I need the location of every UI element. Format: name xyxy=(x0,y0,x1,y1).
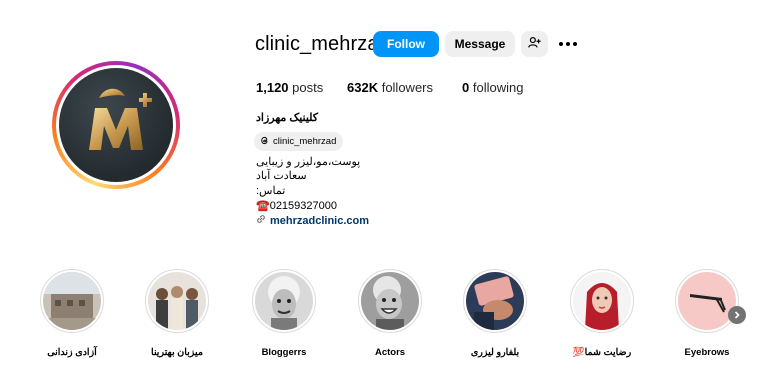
profile-username: clinic_mehrzad xyxy=(255,33,390,55)
bio-link-text: mehrzadclinic.com xyxy=(270,214,370,227)
tweezers-thumbnail xyxy=(678,272,736,330)
highlight-item[interactable]: رضایت شما💯 xyxy=(570,269,634,358)
threads-icon xyxy=(259,135,270,149)
message-button[interactable]: Message xyxy=(445,31,515,57)
highlight-label: بلفارو لیزری xyxy=(470,347,520,358)
building-photo-thumbnail xyxy=(43,272,101,330)
link-icon xyxy=(256,214,266,227)
posts-label: posts xyxy=(292,80,324,95)
profile-avatar[interactable] xyxy=(52,61,180,189)
followers-count: 632K xyxy=(347,80,379,95)
highlight-label: میزبان بهترینا xyxy=(151,347,203,358)
highlight-item[interactable]: Actors xyxy=(358,269,422,358)
highlight-label: Bloggerrs xyxy=(261,347,307,358)
highlight-item[interactable]: Bloggerrs xyxy=(252,269,316,358)
chevron-right-icon xyxy=(733,306,741,324)
highlights-next-button[interactable] xyxy=(728,306,746,324)
hand-photo-thumbnail xyxy=(466,272,524,330)
person-add-icon xyxy=(528,36,541,52)
bio-phone-line: ☎️02159327000 xyxy=(256,200,337,212)
bio-line: سعادت آباد xyxy=(256,170,307,182)
suggested-accounts-button[interactable] xyxy=(521,31,548,57)
bio-line: تماس: xyxy=(256,185,286,197)
posts-count: 1,120 xyxy=(256,80,289,95)
threads-badge[interactable]: clinic_mehrzad xyxy=(254,132,344,151)
posts-stat: 1,120 posts xyxy=(256,80,323,95)
following-label: following xyxy=(472,80,524,95)
highlight-label: Eyebrows xyxy=(684,347,730,358)
highlight-item[interactable]: میزبان بهترینا xyxy=(145,269,209,358)
follow-button[interactable]: Follow xyxy=(373,31,439,57)
threads-handle: clinic_mehrzad xyxy=(273,136,337,147)
highlight-item[interactable]: بلفارو لیزری xyxy=(463,269,527,358)
followers-label: followers xyxy=(381,80,433,95)
bw-portrait-thumbnail xyxy=(255,272,313,330)
highlight-label: رضایت شما💯 xyxy=(572,347,632,358)
more-options-icon[interactable] xyxy=(556,31,580,57)
highlight-label: Actors xyxy=(374,347,406,358)
followers-stat[interactable]: 632K followers xyxy=(347,80,433,95)
bw-portrait-smile-thumbnail xyxy=(361,272,419,330)
group-photo-thumbnail xyxy=(148,272,206,330)
clinic-logo-image xyxy=(59,68,173,182)
profile-display-name: کلینیک مهرزاد xyxy=(256,112,319,124)
bio-line: پوست،مو،لیزر و زیبایی xyxy=(256,156,361,168)
bio-link[interactable]: mehrzadclinic.com xyxy=(256,214,369,227)
highlight-item[interactable]: آزادی زندانی xyxy=(40,269,104,358)
highlight-item[interactable]: Eyebrows xyxy=(675,269,739,358)
woman-red-scarf-thumbnail xyxy=(573,272,631,330)
following-stat[interactable]: 0 following xyxy=(462,80,523,95)
following-count: 0 xyxy=(462,80,470,95)
highlight-label: آزادی زندانی xyxy=(47,347,97,358)
